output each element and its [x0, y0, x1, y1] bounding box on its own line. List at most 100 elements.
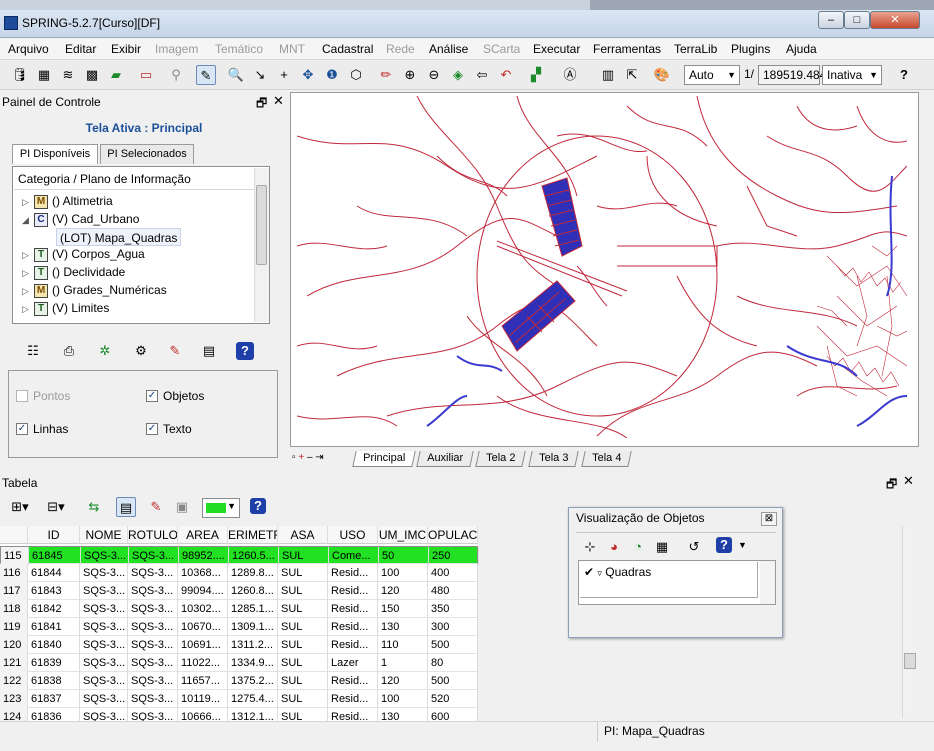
- menu-arquivo[interactable]: Arquivo: [8, 42, 49, 56]
- zoom-in-icon[interactable]: ⊕: [400, 65, 420, 85]
- table-row[interactable]: 116 61844 SQS-3... SQS-3... 10368... 1289.8..…: [0, 564, 478, 582]
- column-header[interactable]: NOME: [80, 526, 128, 544]
- column-header[interactable]: ASA: [278, 526, 328, 544]
- object-help-icon[interactable]: ?: [716, 537, 732, 553]
- table-edit-icon[interactable]: ✎: [146, 497, 166, 517]
- table-close-button[interactable]: ✕: [903, 473, 914, 489]
- table-row[interactable]: 119 61841 SQS-3... SQS-3... 10670... 1309.1..…: [0, 618, 478, 636]
- column-header[interactable]: UM_IMC: [378, 526, 428, 544]
- table-row[interactable]: 118 61842 SQS-3... SQS-3... 10302... 1285.1..…: [0, 600, 478, 618]
- pontos-checkbox[interactable]: Pontos: [16, 389, 70, 403]
- grid-icon[interactable]: ▩: [82, 65, 102, 85]
- palette-icon[interactable]: 🎨: [652, 65, 672, 85]
- zoom-out-icon[interactable]: ⊖: [424, 65, 444, 85]
- menu-tematico[interactable]: Temático: [215, 42, 263, 56]
- cursor-plus-icon[interactable]: ⇱: [622, 65, 642, 85]
- tree-scroll-thumb[interactable]: [256, 185, 267, 265]
- info-icon[interactable]: ❶: [322, 65, 342, 85]
- column-header[interactable]: ROTULO: [128, 526, 178, 544]
- menu-terralib[interactable]: TerraLib: [674, 42, 717, 56]
- tab-pi-disponiveis[interactable]: PI Disponíveis: [12, 144, 98, 164]
- menu-exibir[interactable]: Exibir: [111, 42, 141, 56]
- table-row[interactable]: 115 61845 SQS-3... SQS-3... 98952.... 1260.5.…: [0, 546, 479, 565]
- menu-editar[interactable]: Editar: [65, 42, 96, 56]
- panel-float-button[interactable]: 🗗: [256, 94, 267, 115]
- menu-plugins[interactable]: Plugins: [731, 42, 770, 56]
- object-table-icon[interactable]: ▦: [652, 537, 672, 557]
- edit-tool-icon[interactable]: ✎: [196, 65, 216, 85]
- column-header[interactable]: USO: [328, 526, 378, 544]
- back-icon[interactable]: ⇦: [472, 65, 492, 85]
- legend-icon[interactable]: ▤: [200, 342, 218, 360]
- menu-imagem[interactable]: Imagem: [155, 42, 198, 56]
- draw-icon[interactable]: ▰: [106, 65, 126, 85]
- menu-ajuda[interactable]: Ajuda: [786, 42, 817, 56]
- tab-tela-4[interactable]: Tela 4: [581, 451, 633, 467]
- menu-cadastral[interactable]: Cadastral: [322, 42, 373, 56]
- screen-icon[interactable]: ▭: [136, 65, 156, 85]
- menu-ferramentas[interactable]: Ferramentas: [593, 42, 661, 56]
- tree-item-mapa-quadras[interactable]: (LOT) Mapa_Quadras: [56, 228, 182, 246]
- chevron-down-icon[interactable]: ▼: [738, 540, 747, 550]
- table-row[interactable]: 117 61843 SQS-3... SQS-3... 99094.... 1260.8.…: [0, 582, 478, 600]
- maximize-button[interactable]: □: [844, 11, 870, 29]
- tree-item-cad-urbano[interactable]: ◢ C (V) Cad_Urbano: [22, 210, 139, 228]
- state-select[interactable]: Inativa ▼: [822, 65, 882, 85]
- table-vertical-scrollbar[interactable]: [902, 526, 918, 718]
- help-icon[interactable]: ?: [894, 65, 914, 85]
- table-select-icon[interactable]: ⊞▾: [10, 497, 30, 517]
- tree-item-limites[interactable]: ▷ T (V) Limites: [22, 299, 109, 317]
- texto-checkbox[interactable]: ✓ Texto: [146, 422, 192, 436]
- object-window-close-button[interactable]: ⊠: [761, 512, 777, 526]
- color-icon[interactable]: ◕: [604, 537, 624, 557]
- query-icon[interactable]: ⎙: [60, 342, 78, 360]
- column-header[interactable]: ID: [28, 526, 80, 544]
- project-icon[interactable]: ▦: [34, 65, 54, 85]
- pencil-icon[interactable]: ✏: [376, 65, 396, 85]
- objetos-checkbox[interactable]: ✓ Objetos: [146, 389, 204, 403]
- table-view-icon[interactable]: ▤: [116, 497, 136, 517]
- table-export-icon[interactable]: ⇆: [84, 497, 104, 517]
- menu-scarta[interactable]: SCarta: [483, 42, 520, 56]
- edit-pencil-icon[interactable]: ✎: [166, 342, 184, 360]
- menu-mnt[interactable]: MNT: [279, 42, 305, 56]
- scale-field[interactable]: 189519.484: [758, 65, 826, 85]
- insert-icon[interactable]: ▞: [526, 65, 546, 85]
- column-header[interactable]: OPULAC: [428, 526, 478, 544]
- tab-auxiliar[interactable]: Auxiliar: [416, 451, 474, 467]
- panel-help-icon[interactable]: ?: [236, 342, 254, 360]
- table-row[interactable]: 122 61838 SQS-3... SQS-3... 11657... 1375.2..…: [0, 672, 478, 690]
- tree-item-declividade[interactable]: ▷ T() Declividade: [22, 263, 125, 281]
- selection-color-picker[interactable]: ▼: [202, 498, 240, 518]
- column-header[interactable]: ERIMETR: [228, 526, 278, 544]
- filter-icon[interactable]: ◔: [628, 537, 648, 557]
- tab-principal[interactable]: Principal: [352, 451, 416, 467]
- hierarchy-icon[interactable]: ⊹: [580, 537, 600, 557]
- table-row[interactable]: 121 61839 SQS-3... SQS-3... 11022... 1334.9..…: [0, 654, 478, 672]
- tab-tela-2[interactable]: Tela 2: [475, 451, 527, 467]
- zoom-search-icon[interactable]: 🔍: [226, 65, 246, 85]
- undo-icon[interactable]: ↶: [496, 65, 516, 85]
- panel-close-button[interactable]: ✕: [273, 93, 284, 109]
- table-float-button[interactable]: 🗗: [886, 475, 897, 496]
- style-icon[interactable]: ✲: [96, 342, 114, 360]
- zoom-area-icon[interactable]: ◈: [448, 65, 468, 85]
- screen-nav-icons[interactable]: ▫ + – ⇥: [292, 452, 324, 463]
- linhas-checkbox[interactable]: ✓ Linhas: [16, 422, 68, 436]
- column-header[interactable]: AREA: [178, 526, 228, 544]
- menu-executar[interactable]: Executar: [533, 42, 580, 56]
- table-view-icon[interactable]: ▥: [598, 65, 618, 85]
- tab-pi-selecionados[interactable]: PI Selecionados: [100, 144, 194, 164]
- properties-icon[interactable]: ⚙: [132, 342, 150, 360]
- tool-icon[interactable]: ⚲: [166, 65, 186, 85]
- tree-item-altimetria[interactable]: ▷ M() Altimetria: [22, 192, 113, 210]
- text-tool-icon[interactable]: Ⓐ: [560, 65, 580, 85]
- pan-icon[interactable]: ✥: [298, 65, 318, 85]
- menu-analise[interactable]: Análise: [429, 42, 468, 56]
- minimize-button[interactable]: –: [818, 11, 844, 29]
- pointer-arrow-icon[interactable]: ↘: [250, 65, 270, 85]
- table-row[interactable]: 120 61840 SQS-3... SQS-3... 10691... 1311.2..…: [0, 636, 478, 654]
- refresh-icon[interactable]: ↺: [684, 537, 704, 557]
- table-scroll-thumb[interactable]: [904, 653, 916, 669]
- database-icon[interactable]: 🛢: [10, 65, 30, 85]
